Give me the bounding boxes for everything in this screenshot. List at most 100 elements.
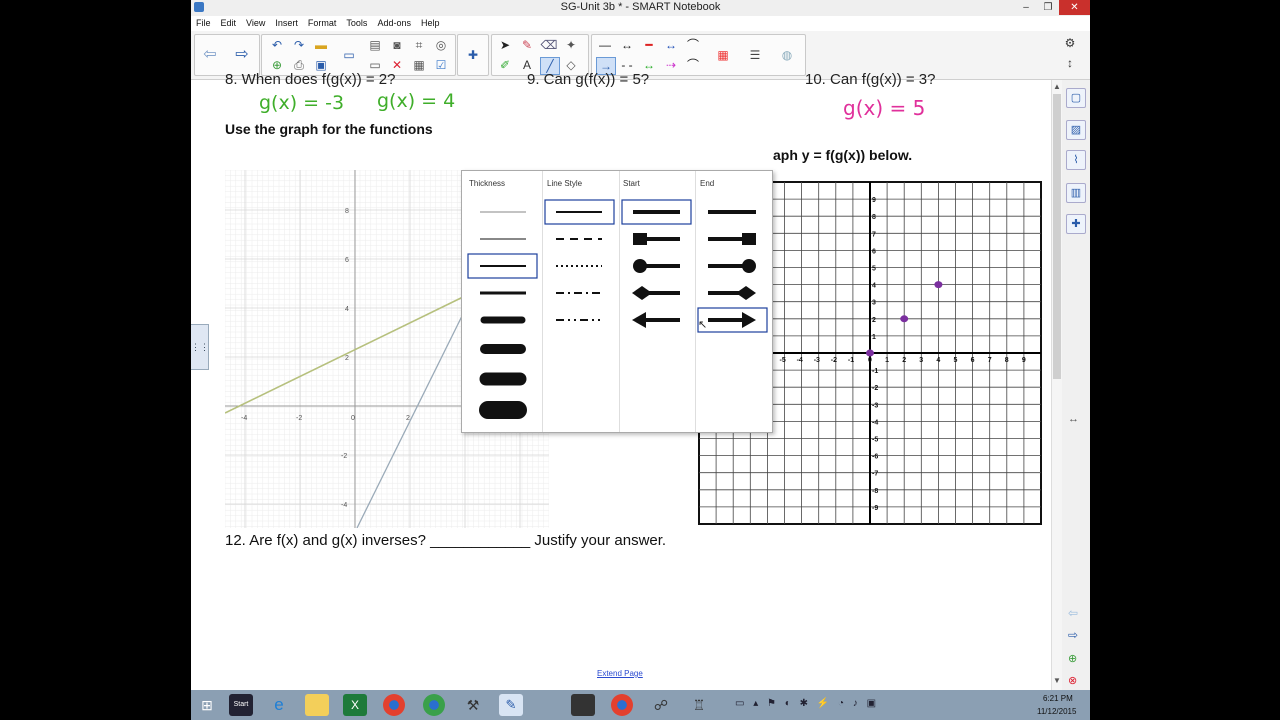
puzzle-icon[interactable]: ✚ [464, 47, 482, 63]
menu-edit[interactable]: Edit [216, 16, 242, 30]
page-sorter-icon[interactable]: ▢ [1066, 88, 1086, 108]
select-arrow-icon[interactable]: ➤ [496, 37, 514, 53]
right-y-tick: 5 [872, 266, 876, 273]
clock-time[interactable]: 6:21 PM [1043, 694, 1073, 703]
extend-page-link[interactable]: Extend Page [597, 669, 643, 678]
start-app-icon[interactable]: Start [229, 694, 253, 716]
gallery-icon[interactable]: ▨ [1066, 120, 1086, 140]
screenshot-icon[interactable]: ⌗ [410, 37, 428, 53]
question-10-partial: 10. Can f(g(x)) = 3? [805, 71, 936, 88]
right-y-tick: 3 [872, 300, 876, 307]
taskbar: ⊞ Start e X ⚒ ✎ ☍ ♖ ▭ ▴ ⚑ ◐ ✱ ⚡ ◔ ♪ ▣ 6:… [191, 690, 1090, 720]
right-x-tick: -5 [780, 357, 786, 364]
properties-icon[interactable]: ▥ [1066, 183, 1086, 203]
app-icon-3[interactable]: ♖ [687, 694, 711, 716]
menu-addons[interactable]: Add-ons [372, 16, 416, 30]
minimize-button[interactable]: – [1015, 0, 1037, 15]
menu-view[interactable]: View [241, 16, 270, 30]
scroll-up-icon[interactable]: ▲ [1053, 82, 1061, 91]
smart-notebook-taskbar-icon[interactable]: ✎ [499, 694, 523, 716]
arc-icon[interactable]: ⌒ [684, 37, 702, 53]
left-y-tick: 4 [345, 306, 349, 313]
right-x-tick: 8 [1005, 357, 1009, 364]
handwritten-g-4: g(x) = 4 [377, 90, 456, 112]
line-preset-plain-icon[interactable]: — [596, 37, 614, 53]
creative-pen-icon[interactable]: ✐ [496, 57, 514, 73]
addons-group: ✚ [457, 34, 489, 76]
chrome-3-icon[interactable] [611, 694, 633, 716]
chrome-2-icon[interactable] [423, 694, 445, 716]
keyboard-icon[interactable] [571, 694, 595, 716]
delete-page-icon[interactable]: ⊗ [1068, 674, 1077, 687]
pen-icon[interactable]: ✎ [518, 37, 536, 53]
line-preset-pink-icon[interactable]: ⇢ [662, 57, 680, 73]
settings-gear-icon[interactable]: ⚙ [1061, 35, 1079, 51]
forward-arrow-icon[interactable]: ⇨ [233, 47, 251, 63]
scroll-down-icon[interactable]: ▼ [1053, 676, 1061, 685]
menu-help[interactable]: Help [416, 16, 445, 30]
smart-notebook-window: SG-Unit 3b * - SMART Notebook – ❐ ✕ File… [191, 0, 1090, 720]
camera-icon[interactable]: ◙ [388, 37, 406, 53]
restore-button[interactable]: ❐ [1037, 0, 1059, 15]
magic-pen-icon[interactable]: ✦ [562, 37, 580, 53]
table-icon[interactable]: ▦ [410, 57, 428, 73]
menu-format[interactable]: Format [303, 16, 342, 30]
addons-icon[interactable]: ✚ [1066, 214, 1086, 234]
next-page-icon[interactable]: ⇨ [1068, 628, 1078, 642]
left-y-tick: -4 [341, 502, 347, 509]
right-y-tick: -9 [872, 505, 878, 512]
menu-insert[interactable]: Insert [270, 16, 303, 30]
menu-tools[interactable]: Tools [341, 16, 372, 30]
paste-icon[interactable]: ▤ [366, 37, 384, 53]
line-preset-blue-icon[interactable]: ↔ [662, 37, 680, 53]
excel-icon[interactable]: X [343, 694, 367, 716]
handwritten-g-minus3: g(x) = -3 [259, 92, 345, 114]
system-tray-icons[interactable]: ▭ ▴ ⚑ ◐ ✱ ⚡ ◔ ♪ ▣ [735, 698, 879, 709]
eraser-icon[interactable]: ⌫ [540, 37, 558, 53]
right-x-tick: -3 [814, 357, 820, 364]
transparency-icon[interactable]: ◍ [778, 47, 796, 63]
attachments-icon[interactable]: ⌇ [1066, 150, 1086, 170]
screen-icon[interactable]: ▭ [340, 47, 358, 63]
right-y-tick: 6 [872, 248, 876, 255]
right-x-tick: 4 [936, 357, 940, 364]
color-palette-icon[interactable]: ▦ [714, 47, 732, 63]
menu-file[interactable]: File [191, 16, 216, 30]
side-panel-toggle[interactable]: ⋮⋮ [191, 324, 209, 370]
chrome-icon[interactable] [383, 694, 405, 716]
line-properties-icon[interactable]: ☰ [746, 47, 764, 63]
internet-explorer-icon[interactable]: e [267, 694, 291, 716]
scroll-thumb[interactable] [1053, 94, 1061, 379]
add-page-side-icon[interactable]: ⊕ [1068, 652, 1077, 665]
arc-2-icon[interactable]: ⌒ [684, 57, 702, 73]
right-y-tick: -4 [872, 419, 878, 426]
left-x-tick: 0 [351, 415, 355, 422]
popup-options[interactable] [462, 171, 772, 432]
check-icon[interactable]: ☑ [432, 57, 450, 73]
document-camera-icon[interactable]: ◎ [432, 37, 450, 53]
line-preset-double-arrow-icon[interactable]: ↔ [618, 37, 636, 53]
back-arrow-icon[interactable]: ⇦ [201, 47, 219, 63]
edit-group: ↶ ↷ ▬ ▭ ▤ ◙ ⌗ ◎ ⊕ ⎙ ▣ ▭ ✕ ▦ ☑ [261, 34, 456, 76]
app-icon-2[interactable]: ☍ [649, 694, 673, 716]
right-y-tick: 1 [872, 334, 876, 341]
file-explorer-icon[interactable] [305, 694, 329, 716]
folder-icon[interactable]: ▬ [312, 37, 330, 53]
redo-icon[interactable]: ↷ [290, 37, 308, 53]
line-preset-red-icon[interactable]: ━ [640, 37, 658, 53]
close-button[interactable]: ✕ [1059, 0, 1090, 15]
undo-icon[interactable]: ↶ [268, 37, 286, 53]
prev-page-icon[interactable]: ⇦ [1068, 606, 1078, 620]
clock-date[interactable]: 11/12/2015 [1037, 707, 1076, 716]
window-title: SG-Unit 3b * - SMART Notebook [560, 1, 721, 13]
right-y-tick: -1 [872, 368, 878, 375]
tools-app-icon[interactable]: ⚒ [461, 694, 485, 716]
graph-instructions: aph y = f(g(x)) below. [773, 147, 913, 163]
notebook-page[interactable]: 8. When does f(g(x)) = 2? 9. Can g(f(x))… [191, 71, 1051, 690]
right-y-tick: 7 [872, 231, 876, 238]
windows-start-icon[interactable]: ⊞ [195, 694, 219, 716]
right-y-tick: 2 [872, 317, 876, 324]
plotted-point [900, 315, 909, 323]
move-toolbar-icon[interactable]: ↕ [1061, 55, 1079, 71]
resize-icon[interactable]: ↔ [1068, 413, 1079, 425]
